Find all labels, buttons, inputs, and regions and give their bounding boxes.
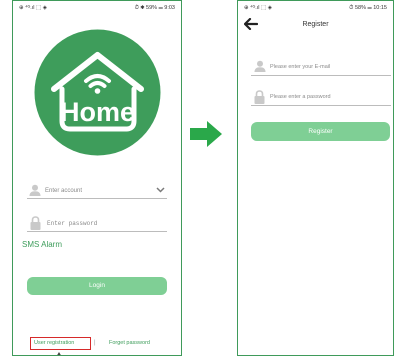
account-field[interactable]: Enter account [27, 184, 167, 199]
email-field[interactable]: Please enter your E-mail [251, 59, 391, 76]
lock-icon [254, 90, 265, 104]
next-arrow-icon [190, 121, 222, 147]
status-right: ⏱ ✱ 59% ▭ 9:03 [134, 5, 175, 11]
account-placeholder: Enter account [45, 188, 83, 194]
person-icon [29, 184, 41, 196]
link-separator: | [94, 340, 96, 346]
register-button[interactable]: Register [251, 122, 390, 141]
status-right: ⏱ 58% ▭ 10:15 [349, 5, 387, 11]
pointer-marker [56, 352, 62, 355]
person-icon [254, 60, 266, 72]
register-screen: ⊕ ⁴ᴳ.ıl ⬚ ◈ ⏱ 58% ▭ 10:15 Register Pleas… [237, 0, 394, 356]
user-registration-link[interactable]: User registration [34, 340, 74, 346]
login-screen: ⊕ ⁴ᴳ.ıl ⬚ ◈ ⏱ ✱ 59% ▭ 9:03 Home Enter ac… [12, 0, 182, 356]
password-field[interactable]: Please enter a password [251, 89, 391, 106]
password-placeholder: Enter password [47, 220, 98, 227]
logo-text: Home [60, 97, 135, 127]
password-placeholder: Please enter a password [270, 94, 331, 100]
email-placeholder: Please enter your E-mail [270, 64, 331, 70]
page-title: Register [302, 21, 329, 28]
login-button[interactable]: Login [27, 277, 167, 295]
home-logo: Home [34, 29, 161, 156]
forget-password-link[interactable]: Forget password [109, 340, 150, 346]
status-bar: ⊕ ⁴ᴳ.ıl ⬚ ◈ ⏱ 58% ▭ 10:15 [238, 1, 393, 15]
lock-icon [30, 216, 41, 230]
status-left: ⊕ ⁴ᴳ.ıl ⬚ ◈ [19, 5, 47, 11]
status-bar: ⊕ ⁴ᴳ.ıl ⬚ ◈ ⏱ ✱ 59% ▭ 9:03 [13, 1, 181, 15]
chevron-down-icon[interactable] [156, 187, 165, 193]
status-left: ⊕ ⁴ᴳ.ıl ⬚ ◈ [244, 5, 272, 11]
sms-alarm-link[interactable]: SMS Alarm [22, 240, 62, 249]
password-field[interactable]: Enter password [27, 215, 167, 232]
